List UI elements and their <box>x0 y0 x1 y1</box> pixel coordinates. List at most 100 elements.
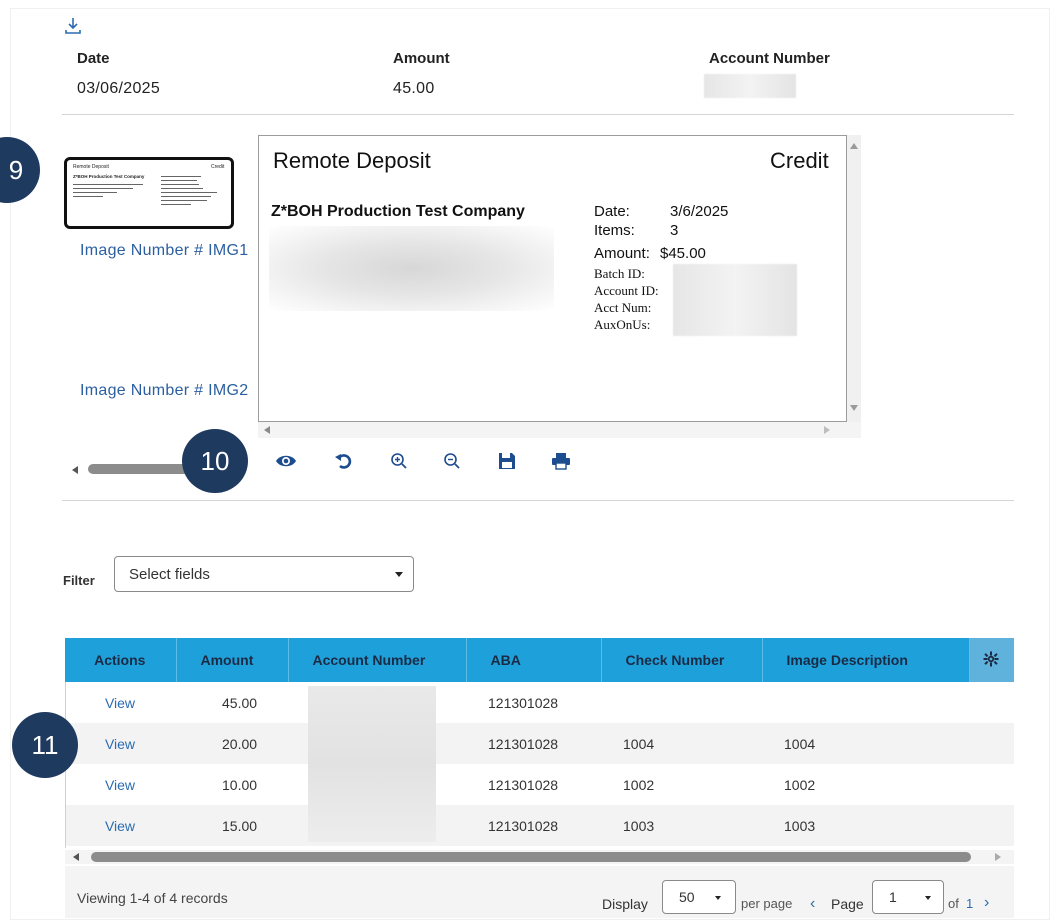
viewer-items-value: 3 <box>670 222 679 239</box>
scroll-down-arrow-icon[interactable] <box>850 405 858 411</box>
viewer-amount-value: $45.00 <box>660 245 706 262</box>
download-icon[interactable] <box>64 16 82 36</box>
account-column-redacted <box>308 686 436 842</box>
row-check: 1003 <box>601 805 762 846</box>
col-check-number[interactable]: Check Number <box>601 638 763 682</box>
viewer-batch-id-label: Batch ID: <box>594 266 645 281</box>
display-label: Display <box>602 896 648 912</box>
viewer-account-id-label: Account ID: <box>594 283 659 298</box>
image-number-link-2[interactable]: Image Number # IMG2 <box>80 382 258 400</box>
step-badge-11: 11 <box>12 712 78 778</box>
thumbnail-company: Z*BOH Production Test Company <box>73 174 145 179</box>
scroll-right-arrow-icon[interactable] <box>824 426 830 434</box>
view-link[interactable]: View <box>65 764 176 805</box>
prev-page-icon[interactable]: ‹ <box>810 895 815 913</box>
scroll-up-arrow-icon[interactable] <box>850 143 858 149</box>
viewer-auxonus-label: AuxOnUs: <box>594 317 651 332</box>
page-size-select[interactable]: 50 <box>662 880 736 914</box>
page-number-select[interactable]: 1 <box>872 880 944 914</box>
col-actions[interactable]: Actions <box>65 638 177 682</box>
page-label: Page <box>831 896 864 912</box>
thumbnail-type: Credit <box>211 164 225 170</box>
row-check <box>601 682 762 723</box>
print-icon[interactable] <box>548 448 574 474</box>
row-amount: 20.00 <box>176 723 288 764</box>
table-scroll-left-icon[interactable] <box>73 853 79 861</box>
viewer-date-label: Date: <box>594 203 630 220</box>
chevron-down-icon <box>715 896 721 900</box>
per-page-label: per page <box>741 896 793 911</box>
image-number-link-1[interactable]: Image Number # IMG1 <box>80 242 258 260</box>
viewer-items-label: Items: <box>594 222 635 239</box>
page-number-value: 1 <box>889 889 897 905</box>
row-amount: 10.00 <box>222 776 258 793</box>
viewer-vertical-scrollbar[interactable] <box>847 135 861 422</box>
page-size-value: 50 <box>679 889 695 905</box>
chevron-down-icon <box>925 896 931 900</box>
viewer-title: Remote Deposit <box>273 148 431 173</box>
check-thumbnail-selected[interactable]: Remote Deposit Credit Z*BOH Production T… <box>64 157 234 229</box>
row-aba: 121301028 <box>466 805 601 846</box>
row-aba: 121301028 <box>488 776 559 793</box>
gear-icon <box>983 651 999 666</box>
table-row: View 10.00 121301028 1002 1002 <box>65 764 1014 805</box>
table-horizontal-scrollbar[interactable] <box>65 850 1014 864</box>
total-pages: 1 <box>966 896 974 911</box>
viewer-amount-label: Amount: <box>594 245 650 262</box>
zoom-in-icon[interactable] <box>386 448 412 474</box>
thumbnail-title: Remote Deposit <box>73 164 109 170</box>
account-number-label: Account Number <box>709 50 830 67</box>
table-row: View 45.00 121301028 <box>65 682 1014 723</box>
save-icon[interactable] <box>494 448 520 474</box>
row-aba: 121301028 <box>488 694 559 711</box>
zoom-out-icon[interactable] <box>439 448 465 474</box>
step-badge-10: 10 <box>182 429 248 493</box>
view-link[interactable]: View <box>65 723 176 764</box>
account-number-redacted <box>704 74 796 98</box>
row-desc: 1002 <box>784 776 816 793</box>
row-desc <box>762 682 969 723</box>
col-aba[interactable]: ABA <box>466 638 602 682</box>
rotate-icon[interactable] <box>331 448 357 474</box>
eye-icon[interactable] <box>273 448 299 474</box>
table-scroll-right-icon[interactable] <box>995 853 1001 861</box>
header-divider <box>62 114 1014 115</box>
date-label: Date <box>77 50 110 67</box>
viewer-address-redacted <box>269 226 554 311</box>
of-label: of <box>948 896 959 911</box>
viewer-acct-num-label: Acct Num: <box>594 300 652 315</box>
amount-label: Amount <box>393 50 450 67</box>
thumbs-scroll-left-icon[interactable] <box>72 466 78 474</box>
scroll-left-arrow-icon[interactable] <box>264 426 270 434</box>
amount-value: 45.00 <box>393 80 435 97</box>
section-divider <box>62 500 1014 501</box>
col-account-number[interactable]: Account Number <box>288 638 467 682</box>
records-summary: Viewing 1-4 of 4 records <box>77 890 228 906</box>
view-link[interactable]: View <box>65 805 176 846</box>
filter-label: Filter <box>63 573 95 588</box>
viewer-horizontal-scrollbar[interactable] <box>258 422 861 438</box>
column-settings-button[interactable] <box>969 638 1014 682</box>
row-check: 1002 <box>623 776 655 793</box>
viewer-type: Credit <box>770 148 829 173</box>
row-amount: 15.00 <box>176 805 288 846</box>
row-desc: 1004 <box>762 723 969 764</box>
records-table-container: Actions Amount Account Number ABA Check … <box>65 638 1014 850</box>
next-page-icon[interactable]: › <box>984 894 989 912</box>
viewer-ids-redacted <box>673 264 797 336</box>
table-scrollbar-thumb[interactable] <box>91 852 971 862</box>
date-value: 03/06/2025 <box>77 80 161 97</box>
table-row: View 15.00 121301028 1003 1003 <box>65 805 1014 846</box>
filter-select-value: Select fields <box>129 565 210 583</box>
table-row: View 20.00 121301028 1004 1004 <box>65 723 1014 764</box>
records-table: Actions Amount Account Number ABA Check … <box>65 638 1014 846</box>
filter-select[interactable]: Select fields <box>114 556 414 592</box>
check-image-viewer: Remote Deposit Credit Z*BOH Production T… <box>258 135 847 422</box>
col-image-description[interactable]: Image Description <box>762 638 970 682</box>
row-amount: 45.00 <box>222 694 258 711</box>
col-amount[interactable]: Amount <box>176 638 289 682</box>
viewer-date-value: 3/6/2025 <box>670 203 729 220</box>
viewer-company: Z*BOH Production Test Company <box>271 203 525 220</box>
row-check: 1004 <box>601 723 762 764</box>
view-link[interactable]: View <box>65 682 176 723</box>
